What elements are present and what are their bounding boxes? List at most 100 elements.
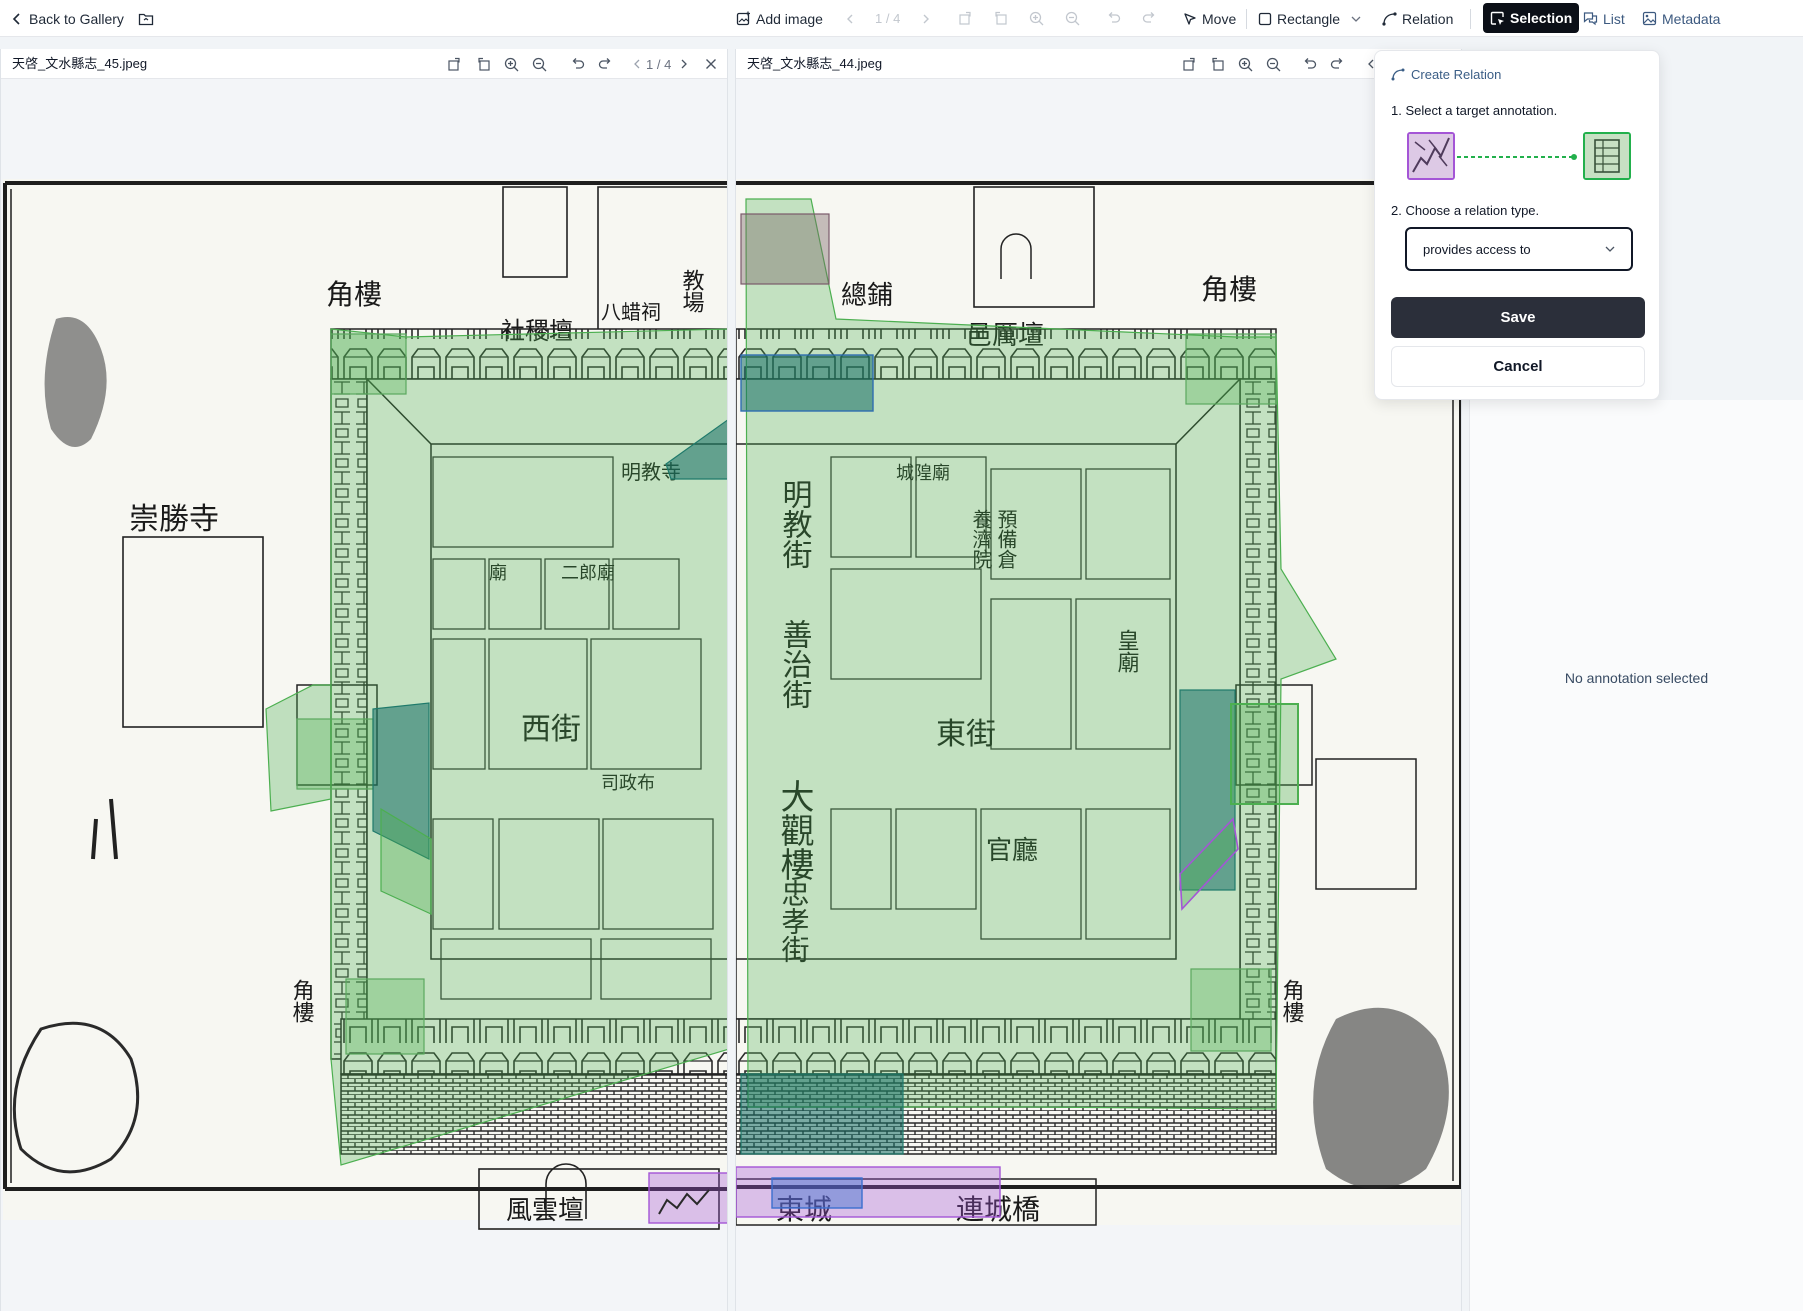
- map-label: 總鋪: [841, 281, 893, 311]
- redo-icon: [1330, 57, 1343, 69]
- selection-mode-label: Selection: [1510, 10, 1573, 26]
- metadata-tab-label: Metadata: [1662, 10, 1721, 27]
- image-pane-right: 天啓_文水縣志_44.jpeg 角樓 總鋪 角樓: [735, 49, 1462, 1311]
- relation-type-value: provides access to: [1423, 241, 1531, 257]
- annotation-post-office[interactable]: [740, 213, 830, 285]
- pane-close-button[interactable]: [705, 49, 717, 79]
- open-folder-button[interactable]: [138, 0, 154, 37]
- relation-tool-label: Relation: [1402, 10, 1454, 27]
- rectangle-tool-button[interactable]: Rectangle: [1258, 0, 1340, 37]
- zoom-out-button[interactable]: [1065, 0, 1080, 37]
- add-image-button[interactable]: Add image: [736, 0, 823, 37]
- move-tool-button[interactable]: Move: [1183, 0, 1236, 37]
- map-label: 教場: [679, 269, 705, 313]
- pane-zoom-out-button[interactable]: [1266, 49, 1281, 79]
- rotate-left-button[interactable]: [993, 0, 1008, 37]
- cursor-icon: [1184, 12, 1196, 25]
- undo-button[interactable]: [1106, 0, 1121, 37]
- rotate-icon: [448, 57, 460, 71]
- redo-icon: [598, 57, 611, 69]
- rotate-left-icon: [995, 11, 1007, 25]
- relation-step-1: 1. Select a target annotation.: [1391, 103, 1558, 118]
- relation-connector-line: [1457, 154, 1577, 160]
- pane-rotate-left-button[interactable]: [1210, 49, 1225, 79]
- annotation-corner-tower[interactable]: [330, 333, 407, 395]
- chevron-left-icon: [12, 12, 20, 25]
- annotation-bridge-arch[interactable]: [771, 1177, 863, 1209]
- pane-rotate-button[interactable]: [447, 49, 462, 79]
- back-to-gallery-button[interactable]: Back to Gallery: [10, 0, 124, 37]
- annotation-corner-tower[interactable]: [1190, 968, 1272, 1052]
- chevron-right-icon: [923, 14, 929, 23]
- pane-prev-page-button[interactable]: [632, 49, 642, 79]
- rectangle-tool-label: Rectangle: [1277, 10, 1341, 27]
- map-label: 崇勝寺: [129, 502, 219, 537]
- source-thumbnail-image: [1409, 134, 1453, 178]
- relation-tool-button[interactable]: Relation: [1382, 0, 1453, 37]
- annotation-south-gate[interactable]: [740, 1073, 904, 1155]
- rotate-left-icon: [1212, 57, 1224, 71]
- rotate-left-icon: [478, 57, 490, 71]
- pane-filename-left: 天啓_文水縣志_45.jpeg: [12, 56, 148, 71]
- zoom-in-icon: [504, 57, 519, 71]
- map-image-left[interactable]: 角樓 社稷壇 八蜡祠 教場 崇勝寺 明教寺 西街 角樓 風雲壇 司政布 二郎廟 …: [1, 79, 728, 1311]
- pane-header-right: 天啓_文水縣志_44.jpeg: [736, 49, 1461, 79]
- target-annotation-thumbnail[interactable]: [1583, 132, 1631, 180]
- create-relation-title-text: Create Relation: [1411, 66, 1502, 82]
- rotate-right-button[interactable]: [958, 0, 973, 37]
- undo-icon: [572, 57, 585, 69]
- prev-page-button[interactable]: [845, 0, 855, 37]
- metadata-tab-button[interactable]: Metadata: [1642, 0, 1720, 37]
- pane-zoom-in-button[interactable]: [1238, 49, 1253, 79]
- map-label: 角樓: [1201, 273, 1257, 306]
- zoom-in-icon: [1029, 11, 1044, 26]
- back-to-gallery-label: Back to Gallery: [29, 10, 124, 27]
- pane-header-left: 天啓_文水縣志_45.jpeg 1 / 4: [1, 49, 727, 79]
- selection-icon: [1490, 11, 1504, 25]
- pane-undo-button[interactable]: [570, 49, 585, 79]
- pane-filename-right: 天啓_文水縣志_44.jpeg: [747, 56, 883, 71]
- pane-undo-button[interactable]: [1302, 49, 1317, 79]
- list-tab-button[interactable]: List: [1583, 0, 1625, 37]
- pane-rotate-button[interactable]: [1182, 49, 1197, 79]
- toolbar-divider: [1246, 9, 1247, 29]
- pane-redo-button[interactable]: [1330, 49, 1345, 79]
- relation-type-select[interactable]: provides access to: [1405, 227, 1633, 271]
- redo-button[interactable]: [1142, 0, 1157, 37]
- map-image-right[interactable]: 角樓 總鋪 邑厲壇 明教街 善治街 大觀樓 忠孝街 城隍廟 預備倉 養濟院 皇廟…: [736, 79, 1462, 1311]
- annotation-east-gate-tower[interactable]: [1230, 703, 1299, 805]
- source-annotation-thumbnail[interactable]: [1407, 132, 1455, 180]
- selection-mode-button[interactable]: Selection: [1483, 3, 1580, 33]
- save-relation-button[interactable]: Save: [1391, 297, 1645, 338]
- map-label: 八蜡祠: [601, 300, 661, 324]
- zoom-out-icon: [1266, 57, 1281, 71]
- pane-rotate-left-button[interactable]: [476, 49, 491, 79]
- shape-dropdown-button[interactable]: [1350, 0, 1362, 37]
- next-page-button[interactable]: [921, 0, 931, 37]
- target-thumbnail-image: [1585, 134, 1629, 178]
- toolbar-page-indicator: 1 / 4: [875, 11, 901, 26]
- cancel-relation-button[interactable]: Cancel: [1391, 346, 1645, 387]
- zoom-in-button[interactable]: [1029, 0, 1044, 37]
- zoom-out-icon: [532, 57, 547, 71]
- move-tool-label: Move: [1202, 10, 1237, 27]
- close-icon: [706, 59, 716, 69]
- chevron-left-icon: [847, 14, 853, 23]
- pane-next-page-button[interactable]: [679, 49, 689, 79]
- map-label: 角樓: [289, 979, 315, 1023]
- pane-redo-button[interactable]: [598, 49, 613, 79]
- create-relation-popup: Create Relation 1. Select a target annot…: [1374, 50, 1660, 400]
- image-add-icon: [736, 11, 750, 26]
- chevron-down-icon: [1605, 246, 1615, 252]
- pane-page-indicator: 1 / 4: [646, 56, 672, 72]
- pane-zoom-in-button[interactable]: [504, 49, 519, 79]
- chevron-down-icon: [1351, 16, 1361, 22]
- pane-zoom-out-button[interactable]: [532, 49, 547, 79]
- map-label: 角樓: [1279, 979, 1305, 1023]
- undo-icon: [1304, 57, 1317, 69]
- annotation-moat-bridge[interactable]: [648, 1172, 728, 1224]
- annotation-north-gate[interactable]: [740, 354, 874, 412]
- annotation-gate-tower[interactable]: [296, 718, 374, 790]
- annotation-corner-tower[interactable]: [345, 978, 425, 1055]
- annotation-corner-tower[interactable]: [1185, 333, 1277, 405]
